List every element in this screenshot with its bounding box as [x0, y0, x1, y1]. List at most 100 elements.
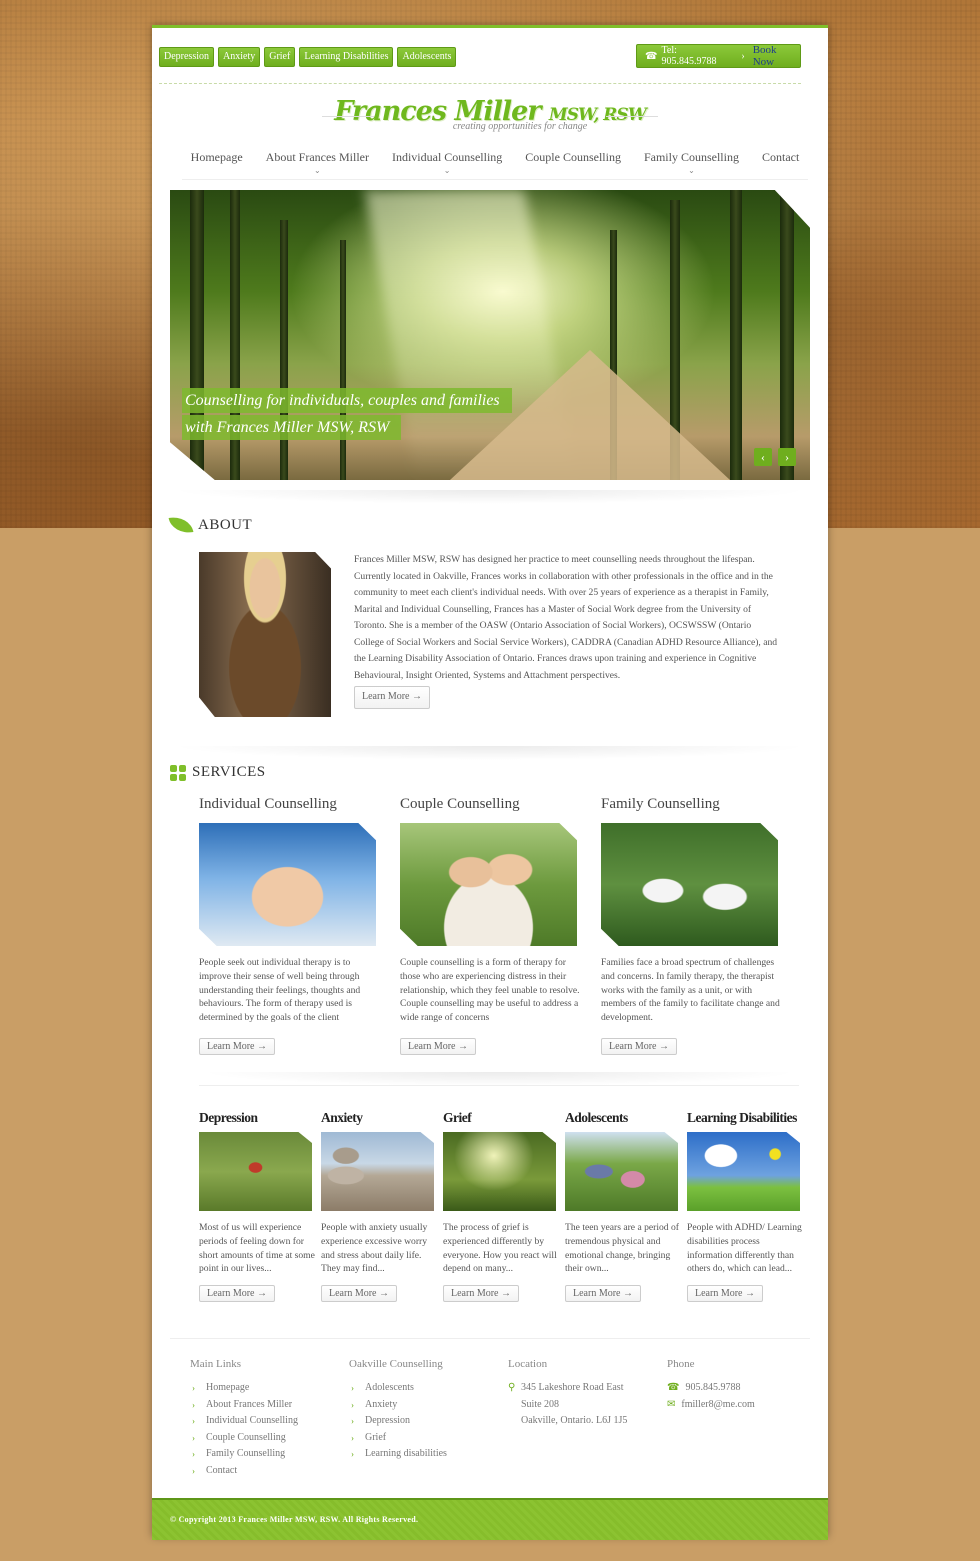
chevron-right-icon: › [192, 1399, 195, 1410]
footer-main-links: Main Links › Homepage › About Frances Mill… [190, 1358, 298, 1479]
hero-caption-line1: Counselling for individuals, couples and… [182, 388, 512, 413]
address-line3: Oakville, Ontario. L6J 1J5 [521, 1415, 628, 1426]
stacked-stones-image [321, 1132, 434, 1211]
about-portrait-photo [199, 552, 331, 717]
topic-description: Most of us will experience periods of fe… [199, 1222, 315, 1275]
about-learn-more-button[interactable]: Learn More → [354, 686, 430, 709]
footer-link-couple[interactable]: › Couple Counselling [190, 1430, 298, 1447]
hiker-image [199, 1132, 312, 1211]
logo-divider-left [322, 116, 374, 117]
site-logo[interactable]: Frances Miller MSW, RSW creating opportu… [152, 96, 828, 132]
chevron-down-icon: ⌄ [313, 166, 321, 175]
hero-slider: Counselling for individuals, couples and… [170, 190, 810, 480]
individual-learn-more-button[interactable]: Learn More → [199, 1038, 275, 1055]
nav-family-counselling[interactable]: Family Counselling ⌄ [644, 150, 739, 179]
tag-adolescents[interactable]: Adolescents [397, 47, 457, 67]
chevron-right-icon: › [192, 1465, 195, 1476]
phone-icon: ☎ [645, 50, 658, 62]
topic-adolescents: Adolescents The teen years are a period … [565, 1110, 681, 1302]
adolescents-learn-more-button[interactable]: Learn More → [565, 1285, 641, 1302]
chevron-right-icon: › [351, 1383, 354, 1393]
hero-caption-line2: with Frances Miller MSW, RSW [182, 415, 402, 440]
topic-title[interactable]: Anxiety [321, 1110, 437, 1126]
topic-description: The teen years are a period of tremendou… [565, 1222, 679, 1275]
footer-link-contact[interactable]: › Contact [190, 1463, 298, 1480]
anxiety-learn-more-button[interactable]: Learn More → [321, 1285, 397, 1302]
nav-contact[interactable]: Contact [762, 150, 799, 179]
logo-tagline: creating opportunities for change [452, 121, 588, 132]
address-line1: 345 Lakeshore Road East [521, 1382, 624, 1393]
about-paragraph: Frances Miller MSW, RSW has designed her… [354, 554, 778, 681]
grid-icon [170, 764, 186, 781]
chevron-down-icon: ⌄ [688, 166, 695, 175]
tag-learning-disabilities[interactable]: Learning Disabilities [299, 47, 394, 67]
topic-title[interactable]: Adolescents [565, 1110, 681, 1126]
chevron-right-icon: › [192, 1432, 195, 1443]
slider-next-button[interactable]: › [778, 448, 796, 466]
service-title[interactable]: Individual Counselling [199, 796, 379, 813]
service-title[interactable]: Couple Counselling [400, 796, 580, 813]
footer-phone-number[interactable]: 905.845.9788 [685, 1382, 740, 1393]
services-heading: SERVICES [170, 764, 266, 781]
topic-title[interactable]: Depression [199, 1110, 315, 1126]
footer-link-individual[interactable]: › Individual Counselling [190, 1413, 298, 1430]
teens-grass-image [565, 1132, 678, 1211]
topic-grief: Grief The process of grief is experience… [443, 1110, 559, 1302]
footer-link-homepage[interactable]: › Homepage [190, 1380, 298, 1397]
page-container: Depression Anxiety Grief Learning Disabi… [152, 25, 828, 1540]
nav-individual-counselling[interactable]: Individual Counselling ⌄ [392, 150, 502, 179]
topic-depression: Depression Most of us will experience pe… [199, 1110, 315, 1302]
depression-learn-more-button[interactable]: Learn More → [199, 1285, 275, 1302]
couple-learn-more-button[interactable]: Learn More → [400, 1038, 476, 1055]
tag-anxiety[interactable]: Anxiety [218, 47, 261, 67]
copyright-text: © Copyright 2013 Frances Miller MSW, RSW… [170, 1515, 419, 1524]
nav-couple-counselling[interactable]: Couple Counselling [525, 150, 621, 179]
section-divider [170, 490, 810, 504]
footer-link-depression[interactable]: › Depression [349, 1413, 447, 1430]
learning-disabilities-learn-more-button[interactable]: Learn More → [687, 1285, 763, 1302]
couple-photo-image [400, 823, 577, 946]
tag-depression[interactable]: Depression [159, 47, 214, 67]
chevron-right-icon: › [351, 1449, 354, 1459]
footer-link-adolescents[interactable]: › Adolescents [349, 1380, 447, 1397]
nav-label: Couple Counselling [525, 150, 621, 164]
topic-title[interactable]: Learning Disabilities [687, 1110, 803, 1126]
hero-tree [340, 240, 346, 480]
topic-anxiety: Anxiety People with anxiety usually expe… [321, 1110, 437, 1302]
footer-link-family[interactable]: › Family Counselling [190, 1446, 298, 1463]
chevron-right-icon: › [192, 1416, 195, 1426]
book-now-button[interactable]: Book Now [753, 44, 800, 68]
footer-link-grief[interactable]: › Grief [349, 1430, 447, 1447]
main-nav: Homepage About Frances Miller ⌄ Individua… [182, 150, 808, 180]
phone-number[interactable]: Tel: 905.845.9788 [661, 45, 733, 67]
service-family: Family Counselling Families face a broad… [601, 796, 781, 1055]
topic-description: The process of grief is experienced diff… [443, 1222, 557, 1275]
footer-email-link[interactable]: fmiller8@me.com [681, 1399, 754, 1410]
family-learn-more-button[interactable]: Learn More → [601, 1038, 677, 1055]
nav-about[interactable]: About Frances Miller ⌄ [266, 150, 369, 179]
top-bar: Depression Anxiety Grief Learning Disabi… [159, 44, 801, 84]
footer-link-learning-disabilities[interactable]: › Learning disabilities [349, 1446, 447, 1463]
chevron-down-icon: ⌄ [443, 166, 451, 175]
family-photo-image [601, 823, 778, 946]
topic-title[interactable]: Grief [443, 1110, 559, 1126]
chevron-right-icon: › [192, 1383, 195, 1393]
service-title[interactable]: Family Counselling [601, 796, 781, 813]
nav-homepage[interactable]: Homepage [191, 150, 243, 179]
slider-prev-button[interactable]: ‹ [754, 448, 772, 466]
footer-link-anxiety[interactable]: › Anxiety [349, 1397, 447, 1414]
footer-link-label: Contact [206, 1464, 238, 1476]
footer-link-label: Couple Counselling [206, 1431, 286, 1443]
footer-link-about[interactable]: › About Frances Miller [190, 1397, 298, 1414]
footer-link-label: Grief [365, 1431, 387, 1443]
grief-learn-more-button[interactable]: Learn More → [443, 1285, 519, 1302]
footer-phone: Phone ☎ 905.845.9788 ✉ fmiller8@me.com [667, 1358, 755, 1413]
footer-heading: Oakville Counselling [349, 1358, 443, 1370]
logo-divider-right [606, 116, 658, 117]
leaf-icon [168, 514, 194, 536]
tag-grief[interactable]: Grief [264, 47, 296, 67]
footer-link-label: Family Counselling [206, 1448, 286, 1459]
footer-heading: Main Links [190, 1358, 242, 1370]
email-icon: ✉ [667, 1398, 676, 1410]
footer-link-label: Learning disabilities [365, 1448, 447, 1459]
